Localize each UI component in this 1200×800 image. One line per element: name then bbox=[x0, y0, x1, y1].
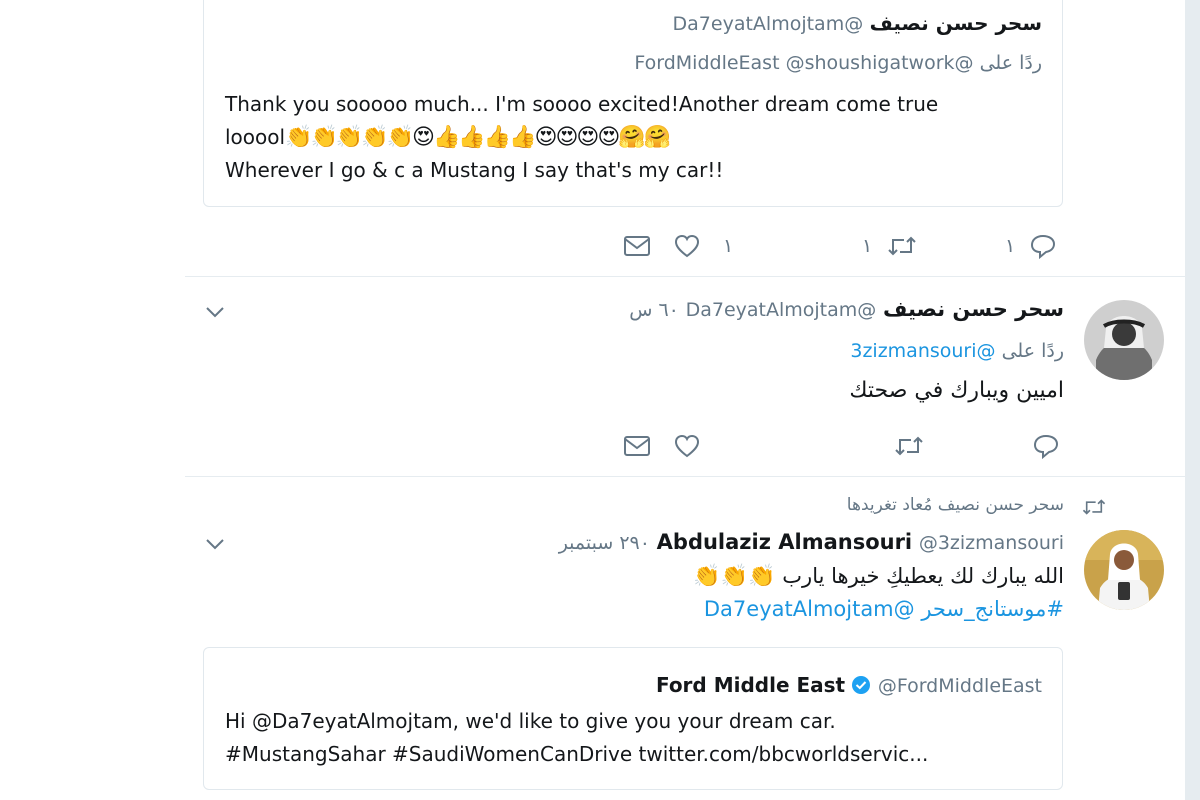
reply-to-line: ردًا على @3zizmansouri bbox=[850, 340, 1064, 362]
verified-badge-icon bbox=[852, 676, 871, 694]
tweet-text-line: Thank you sooooo much... I'm soooo excit… bbox=[225, 92, 939, 116]
tweet-timestamp[interactable]: ٢٩٠ سبتمبر bbox=[559, 532, 650, 554]
direct-message-action[interactable] bbox=[623, 433, 651, 459]
reply-icon bbox=[1033, 434, 1059, 459]
tweet-timestamp[interactable]: ٦٠ س bbox=[629, 299, 679, 321]
avatar-image bbox=[1084, 300, 1164, 380]
heart-icon bbox=[674, 434, 700, 458]
quoted-tweet-header: سحر حسن نصيف @Da7eyatAlmojtam bbox=[673, 11, 1042, 35]
reply-to-handle[interactable]: @3zizmansouri bbox=[850, 340, 995, 362]
author-handle[interactable]: @FordMiddleEast bbox=[878, 675, 1042, 697]
retweet-action[interactable]: ١ bbox=[862, 233, 918, 259]
chevron-down-icon[interactable] bbox=[204, 535, 226, 553]
avatar-image bbox=[1084, 530, 1164, 610]
like-count: ١ bbox=[723, 235, 734, 257]
reply-to-label: ردًا على bbox=[979, 52, 1042, 74]
envelope-icon bbox=[624, 236, 650, 256]
page-background-gutter bbox=[1185, 0, 1200, 800]
tweet-text: looool bbox=[225, 125, 286, 149]
heart-icon bbox=[674, 234, 700, 258]
retweet-small-icon bbox=[1082, 499, 1106, 515]
like-action[interactable]: ١ bbox=[673, 233, 733, 259]
envelope-icon bbox=[624, 436, 650, 456]
avatar[interactable] bbox=[1084, 300, 1164, 380]
retweeted-by-label[interactable]: سحر حسن نصيف مُعاد تغريدها bbox=[847, 495, 1064, 515]
tweet-divider bbox=[185, 476, 1185, 477]
tweet-text-line: الله يبارك لك يعطيكِ خيرها يارب 👏👏👏 bbox=[693, 564, 1064, 589]
retweet-count: ١ bbox=[862, 235, 873, 257]
avatar[interactable] bbox=[1084, 530, 1164, 610]
tweet-text: الله يبارك لك يعطيكِ خيرها يارب bbox=[782, 564, 1064, 588]
tweet-header: Abdulaziz Almansouri @3zizmansouri ٢٩٠ س… bbox=[559, 530, 1064, 554]
tweet-text: اميين ويبارك في صحتك bbox=[849, 378, 1064, 403]
retweet-icon bbox=[895, 436, 923, 456]
quoted-tweet-card[interactable]: سحر حسن نصيف @Da7eyatAlmojtam ردًا على @… bbox=[203, 0, 1063, 207]
author-handle[interactable]: @Da7eyatAlmojtam bbox=[686, 299, 877, 321]
retweet-action[interactable] bbox=[893, 433, 925, 459]
mention-link[interactable]: @Da7eyatAlmojtam bbox=[704, 597, 915, 621]
author-name[interactable]: سحر حسن نصيف bbox=[883, 297, 1064, 321]
author-name[interactable]: Abdulaziz Almansouri bbox=[657, 530, 912, 554]
reply-to-handles[interactable]: @FordMiddleEast @shoushigatwork bbox=[634, 52, 973, 74]
author-handle[interactable]: @Da7eyatAlmojtam bbox=[673, 13, 864, 35]
reply-count: ١ bbox=[1005, 235, 1016, 257]
direct-message-action[interactable] bbox=[623, 233, 651, 259]
like-action[interactable] bbox=[673, 433, 701, 459]
quoted-tweet-header: Ford Middle East @FordMiddleEast bbox=[656, 673, 1042, 697]
author-name[interactable]: سحر حسن نصيف bbox=[870, 11, 1042, 35]
tweet-header: سحر حسن نصيف @Da7eyatAlmojtam ٦٠ س bbox=[629, 297, 1064, 321]
quoted-tweet-card[interactable]: Ford Middle East @FordMiddleEast Hi @Da7… bbox=[203, 647, 1063, 790]
tweet-text-line: #MustangSahar #SaudiWomenCanDrive twitte… bbox=[225, 742, 929, 766]
tweet-text-line: #موستانج_سحر @Da7eyatAlmojtam bbox=[704, 597, 1064, 621]
reply-action[interactable]: ١ bbox=[1005, 233, 1057, 259]
tweet-text-line: looool👏👏👏👏👏😍👍👍👍👍😍😍😍😍🤗🤗 bbox=[225, 125, 671, 150]
tweet-divider bbox=[185, 276, 1185, 277]
emoji-sequence: 👏👏👏 bbox=[693, 564, 777, 589]
reply-action[interactable] bbox=[1032, 433, 1060, 459]
hashtag-link[interactable]: #موستانج_سحر bbox=[921, 597, 1064, 621]
reply-to-line: ردًا على @FordMiddleEast @shoushigatwork bbox=[634, 52, 1042, 74]
reply-icon bbox=[1031, 234, 1056, 259]
reply-to-label: ردًا على bbox=[1001, 340, 1064, 362]
chevron-down-icon[interactable] bbox=[204, 303, 226, 321]
retweet-icon bbox=[888, 236, 916, 256]
tweet-text-line: Wherever I go & c a Mustang I say that's… bbox=[225, 158, 724, 182]
author-name[interactable]: Ford Middle East bbox=[656, 673, 845, 697]
emoji-sequence: 👏👏👏👏👏😍👍👍👍👍😍😍😍😍🤗🤗 bbox=[285, 125, 671, 150]
author-handle[interactable]: @3zizmansouri bbox=[919, 532, 1064, 554]
tweet-text-line: Hi @Da7eyatAlmojtam, we'd like to give y… bbox=[225, 709, 836, 733]
